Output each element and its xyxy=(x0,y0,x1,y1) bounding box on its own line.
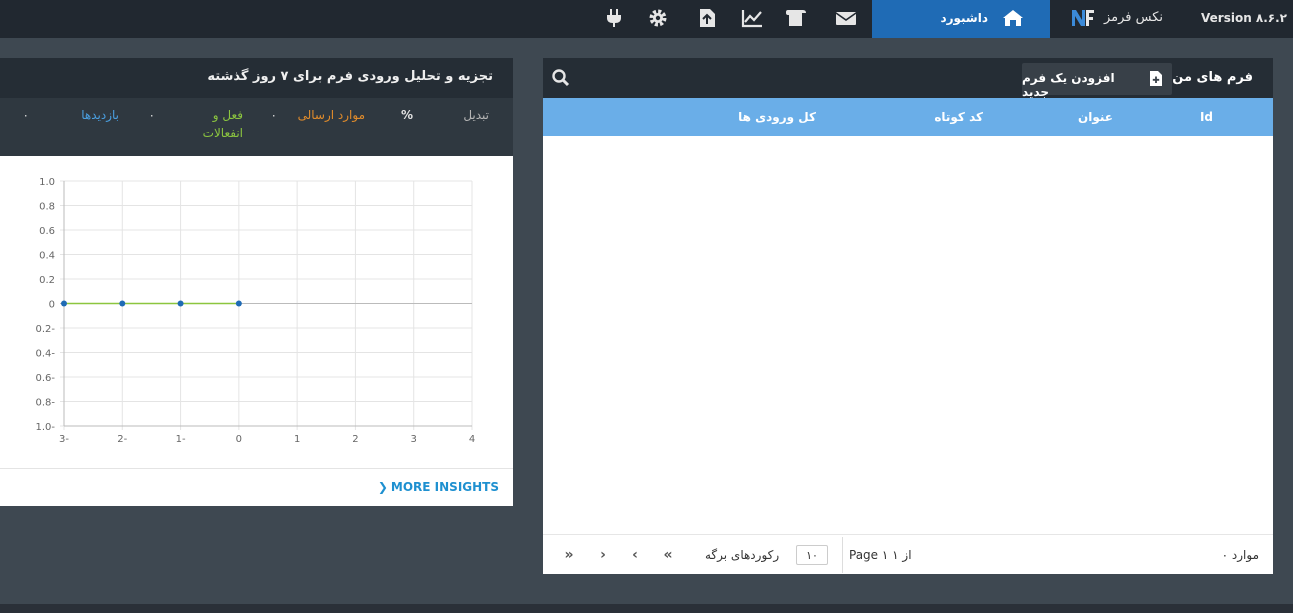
x-tick-label: 4 xyxy=(469,434,475,445)
top-navigation-bar: Version ۸.۶.۲ نکس فرمز داشبورد xyxy=(0,0,1293,38)
forms-title: فرم های من xyxy=(1172,70,1253,85)
data-point xyxy=(61,300,67,307)
x-tick-label: 2- xyxy=(117,434,127,445)
y-tick-label: 0.4 xyxy=(39,251,55,262)
legend-conversion-value: % xyxy=(400,108,413,122)
dashboard-tab[interactable]: داشبورد xyxy=(872,0,1050,38)
legend-submissions-label: موارد ارسالی xyxy=(297,108,365,122)
pager-divider xyxy=(842,537,843,573)
file-plus-icon xyxy=(1150,71,1162,86)
envelope-icon[interactable] xyxy=(835,8,857,28)
y-tick-label: 1.0- xyxy=(35,422,55,433)
chart-line-icon[interactable] xyxy=(741,8,763,28)
legend-actions-value: ۰ xyxy=(148,108,155,122)
plug-icon[interactable] xyxy=(603,8,625,28)
chevron-right-icon: ❯ xyxy=(377,480,388,494)
forms-header: فرم های من افزودن یک فرم جدید xyxy=(543,58,1273,99)
y-tick-label: 0.6 xyxy=(39,226,55,237)
analytics-footer: ❯ MORE INSIGHTS xyxy=(0,468,513,506)
x-tick-label: 0 xyxy=(236,434,242,445)
footer-bar xyxy=(0,604,1293,613)
scroll-icon[interactable] xyxy=(785,8,807,28)
records-per-page-input[interactable] xyxy=(796,545,828,565)
column-header-id[interactable]: Id xyxy=(1200,110,1213,124)
first-page-button[interactable]: « xyxy=(658,545,678,565)
y-tick-label: 0.2- xyxy=(35,324,55,335)
more-insights-link[interactable]: ❯ MORE INSIGHTS xyxy=(378,480,499,494)
x-tick-label: 1- xyxy=(176,434,186,445)
previous-page-button[interactable]: ‹ xyxy=(625,545,645,565)
home-icon xyxy=(1003,10,1023,26)
y-tick-label: 0.6- xyxy=(35,373,55,384)
line-chart: 3- 2- 1- 0 1 2 3 4 1.0 0.8 0.6 0.4 0.2 0 0.2- 0.4- 0.6- 0… xyxy=(35,177,475,445)
ninja-forms-logo-icon[interactable] xyxy=(1071,8,1095,28)
next-page-button[interactable]: › xyxy=(593,545,613,565)
y-tick-label: 0.4- xyxy=(35,349,55,360)
x-tick-label: 1 xyxy=(294,434,300,445)
forms-table-header: Id عنوان کد کوتاه کل ورودی ها xyxy=(543,98,1273,136)
search-icon[interactable] xyxy=(551,68,571,88)
add-new-form-label: افزودن یک فرم جدید xyxy=(1022,71,1115,99)
version-label: Version ۸.۶.۲ xyxy=(1201,11,1287,25)
items-count: ۰ موارد xyxy=(1221,548,1259,562)
records-per-page-label: رکوردهای برگه xyxy=(705,548,780,562)
x-tick-label: 3 xyxy=(411,434,417,445)
last-page-button[interactable]: » xyxy=(559,545,579,565)
data-point xyxy=(177,300,184,307)
add-new-form-button[interactable]: افزودن یک فرم جدید xyxy=(1022,63,1172,99)
legend-actions-label: فعل و انفعالات xyxy=(202,108,243,140)
dashboard-tab-label: داشبورد xyxy=(940,11,988,25)
column-header-entries[interactable]: کل ورودی ها xyxy=(738,110,816,124)
column-header-title[interactable]: عنوان xyxy=(1078,110,1113,124)
page-info: Page ۱ از ۱ xyxy=(849,548,912,562)
data-point xyxy=(235,300,242,307)
y-tick-label: 0.8- xyxy=(35,398,55,409)
y-tick-label: 1.0 xyxy=(39,177,55,188)
column-header-shortcode[interactable]: کد کوتاه xyxy=(934,110,983,124)
y-tick-label: 0.2 xyxy=(39,275,55,286)
forms-panel: فرم های من افزودن یک فرم جدید Id عنوان ک… xyxy=(543,58,1273,574)
x-tick-label: 3- xyxy=(59,434,69,445)
analytics-header: تجزیه و تحلیل ورودی فرم برای ۷ روز گذشته xyxy=(0,58,513,98)
legend-visits-label: بازدیدها xyxy=(81,108,119,122)
brand-name[interactable]: نکس فرمز xyxy=(1104,0,1163,36)
file-upload-icon[interactable] xyxy=(696,8,718,28)
analytics-panel: تجزیه و تحلیل ورودی فرم برای ۷ روز گذشته… xyxy=(0,58,513,506)
analytics-title: تجزیه و تحلیل ورودی فرم برای ۷ روز گذشته xyxy=(207,69,493,84)
y-tick-label: 0 xyxy=(49,300,55,311)
legend-submissions-value: ۰ xyxy=(270,108,277,122)
analytics-legend: تبدیل % موارد ارسالی ۰ فعل و انفعالات ۰ … xyxy=(0,98,513,156)
analytics-chart: 3- 2- 1- 0 1 2 3 4 1.0 0.8 0.6 0.4 0.2 0 0.2- 0.4- 0.6- 0… xyxy=(0,156,513,468)
y-tick-label: 0.8 xyxy=(39,202,55,213)
legend-visits-value: ۰ xyxy=(22,108,29,122)
forms-table-body xyxy=(543,136,1273,534)
legend-conversion-label: تبدیل xyxy=(463,108,489,122)
forms-pagination: ۰ موارد Page ۱ از ۱ رکوردهای برگه « ‹ › … xyxy=(543,534,1273,574)
more-insights-label: MORE INSIGHTS xyxy=(390,480,499,494)
data-point xyxy=(119,300,126,307)
x-tick-label: 2 xyxy=(352,434,358,445)
gear-icon[interactable] xyxy=(647,8,669,28)
